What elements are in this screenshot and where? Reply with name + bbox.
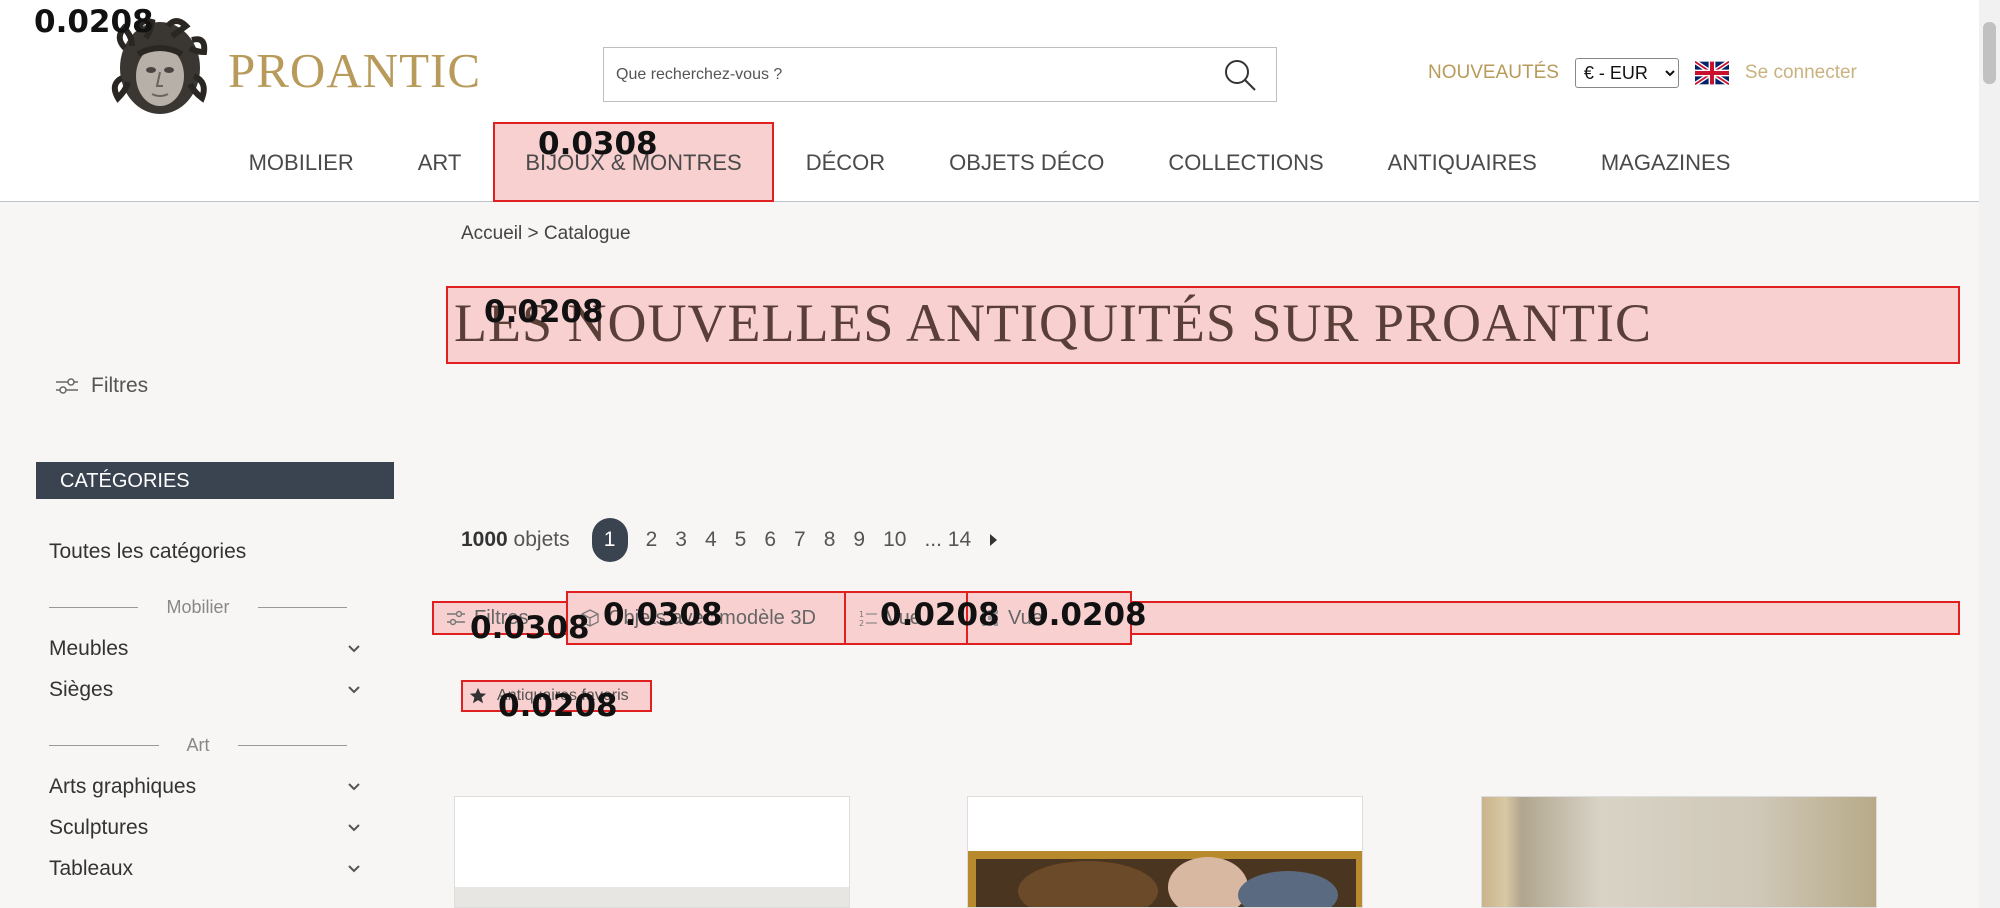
page-link[interactable]: 9	[853, 528, 865, 552]
filter-sliders-icon	[447, 610, 465, 626]
page-link[interactable]: 4	[705, 528, 717, 552]
score-label-3d: 0.0308	[603, 597, 723, 633]
sidebar-item-label: Meubles	[49, 637, 129, 660]
separator-line	[49, 745, 159, 746]
sidebar-filters-label: Filtres	[91, 374, 149, 397]
product-card[interactable]	[1481, 796, 1877, 908]
sidebar-item-sieges[interactable]: Sièges	[49, 678, 361, 702]
score-label-view: 0.0208	[1027, 597, 1147, 633]
product-card[interactable]	[967, 796, 1363, 908]
score-label-sort: 0.0208	[880, 597, 1000, 633]
currency-select[interactable]: € - EUR	[1574, 58, 1679, 88]
score-label-title: 0.0208	[484, 294, 604, 330]
sort-order-icon: 12	[859, 610, 877, 628]
page-link[interactable]: 5	[735, 528, 747, 552]
site-header: PROANTIC NOUVEAUTÉS € - EUR Se connecter…	[0, 0, 1979, 202]
nav-item-antiquaires[interactable]: ANTIQUAIRES	[1356, 122, 1569, 202]
product-image[interactable]	[455, 887, 849, 907]
group-label: Art	[186, 735, 210, 755]
nav-item-art[interactable]: ART	[386, 122, 494, 202]
sidebar-filters-toggle[interactable]: Filtres	[55, 374, 148, 398]
sidebar-item-label: Tableaux	[49, 857, 134, 880]
sidebar-item-sculptures[interactable]: Sculptures	[49, 816, 361, 840]
page-link[interactable]: 7	[794, 528, 806, 552]
chevron-down-icon[interactable]	[347, 864, 361, 874]
group-label: Mobilier	[166, 597, 230, 617]
nav-item-collections[interactable]: COLLECTIONS	[1136, 122, 1355, 202]
header-actions: NOUVEAUTÉS € - EUR Se connecter	[1428, 55, 1857, 91]
main-nav: MOBILIER ART BIJOUX & MONTRES DÉCOR OBJE…	[0, 122, 1979, 202]
separator-line	[237, 745, 348, 746]
chevron-down-icon[interactable]	[347, 685, 361, 695]
sidebar-item-label: Arts graphiques	[49, 775, 197, 798]
next-page-arrow-icon[interactable]	[988, 533, 998, 547]
nav-item-mobilier[interactable]: MOBILIER	[217, 122, 386, 202]
chevron-down-icon[interactable]	[347, 782, 361, 792]
separator-line	[257, 607, 347, 608]
sidebar-item-arts-graphiques[interactable]: Arts graphiques	[49, 775, 361, 799]
page-link[interactable]: 8	[824, 528, 836, 552]
result-count-number: 1000	[461, 528, 508, 551]
logo[interactable]: PROANTIC	[110, 18, 481, 122]
scrollbar-thumb[interactable]	[1983, 22, 1996, 84]
logo-text: PROANTIC	[228, 42, 482, 98]
pagination: 1000 objets 1 2 3 4 5 6 7 8 9 10 ... 14	[461, 518, 998, 562]
svg-text:1: 1	[859, 610, 864, 619]
svg-text:2: 2	[859, 619, 864, 628]
painting-thumbnail	[968, 851, 1362, 907]
search-bar	[603, 47, 1277, 102]
chevron-down-icon[interactable]	[347, 823, 361, 833]
search-icon[interactable]	[1222, 57, 1258, 93]
score-label-favorites: 0.0208	[498, 688, 618, 724]
nouveautes-link[interactable]: NOUVEAUTÉS	[1428, 62, 1559, 84]
search-input[interactable]	[604, 48, 1222, 101]
page-scrollbar[interactable]	[1979, 0, 2000, 908]
breadcrumb[interactable]: Accueil > Catalogue	[461, 223, 631, 245]
product-image[interactable]	[968, 851, 1362, 907]
group-separator-mobilier: Mobilier	[49, 597, 347, 618]
star-icon	[469, 687, 487, 704]
nav-item-objets-deco[interactable]: OBJETS DÉCO	[917, 122, 1136, 202]
score-label-logo: 0.0208	[34, 4, 154, 40]
sidebar-item-label: Sièges	[49, 678, 114, 701]
page-title: LES NOUVELLES ANTIQUITÉS SUR PROANTIC	[446, 286, 1960, 364]
nav-item-decor[interactable]: DÉCOR	[774, 122, 917, 202]
sidebar-item-label: Sculptures	[49, 816, 149, 839]
categories-header: CATÉGORIES	[36, 462, 394, 499]
page-link-current[interactable]: 1	[591, 518, 628, 562]
group-separator-art: Art	[49, 735, 348, 756]
nav-item-magazines[interactable]: MAGAZINES	[1569, 122, 1763, 202]
page-link[interactable]: 3	[675, 528, 687, 552]
result-count-label: objets	[507, 528, 570, 551]
result-count: 1000 objets	[461, 528, 570, 552]
uk-flag-icon[interactable]	[1694, 61, 1729, 85]
chevron-down-icon[interactable]	[347, 644, 361, 654]
filter-sliders-icon	[56, 378, 78, 394]
page-link[interactable]: 6	[764, 528, 776, 552]
sidebar-item-tableaux[interactable]: Tableaux	[49, 857, 361, 881]
product-image[interactable]	[1482, 797, 1876, 907]
product-card[interactable]	[454, 796, 850, 908]
all-categories-link[interactable]: Toutes les catégories	[49, 540, 246, 564]
separator-line	[49, 607, 139, 608]
sidebar-item-meubles[interactable]: Meubles	[49, 637, 361, 661]
login-link[interactable]: Se connecter	[1745, 62, 1857, 84]
page-link-last[interactable]: ... 14	[924, 528, 971, 552]
score-label-filters: 0.0308	[470, 610, 590, 646]
page-link[interactable]: 2	[646, 528, 658, 552]
score-label-nav: 0.0308	[538, 126, 658, 162]
page-link[interactable]: 10	[883, 528, 906, 552]
